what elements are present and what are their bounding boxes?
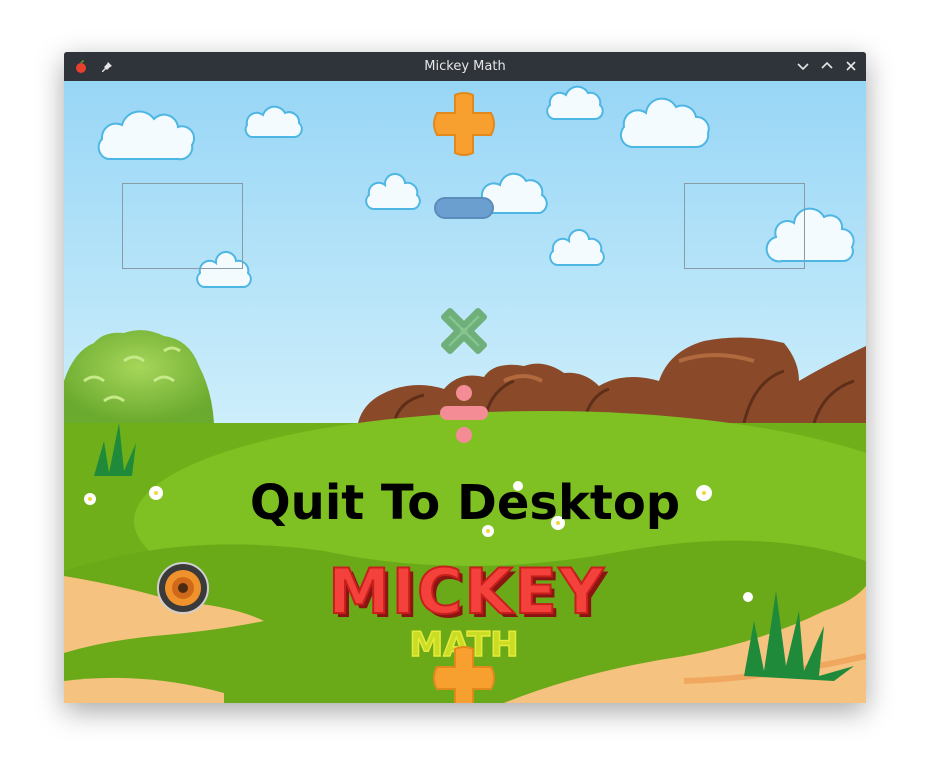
speaker-icon[interactable] [156,561,210,615]
game-scene: Quit To Desktop MICKEY MATH [64,81,866,703]
quit-to-desktop-button[interactable]: Quit To Desktop [64,475,866,531]
title-bar: Mickey Math [64,52,866,81]
chevron-down-icon [797,63,809,71]
plus-icon-bottom[interactable] [431,645,497,703]
divide-icon[interactable] [438,383,490,445]
answer-frame-right[interactable] [684,183,805,269]
window-title: Mickey Math [424,59,506,74]
game-window: Mickey Math Quit To Desktop MICKEY MATH [64,52,866,703]
multiply-icon[interactable] [436,303,492,359]
answer-frame-left[interactable] [122,183,243,269]
maximize-button[interactable] [818,57,836,75]
logo-mickey: MICKEY [327,554,606,629]
minus-icon[interactable] [433,195,495,221]
plus-icon[interactable] [431,91,497,157]
close-icon [846,61,856,71]
chevron-up-icon [821,61,833,69]
close-button[interactable] [842,57,860,75]
minimize-button[interactable] [794,57,812,75]
